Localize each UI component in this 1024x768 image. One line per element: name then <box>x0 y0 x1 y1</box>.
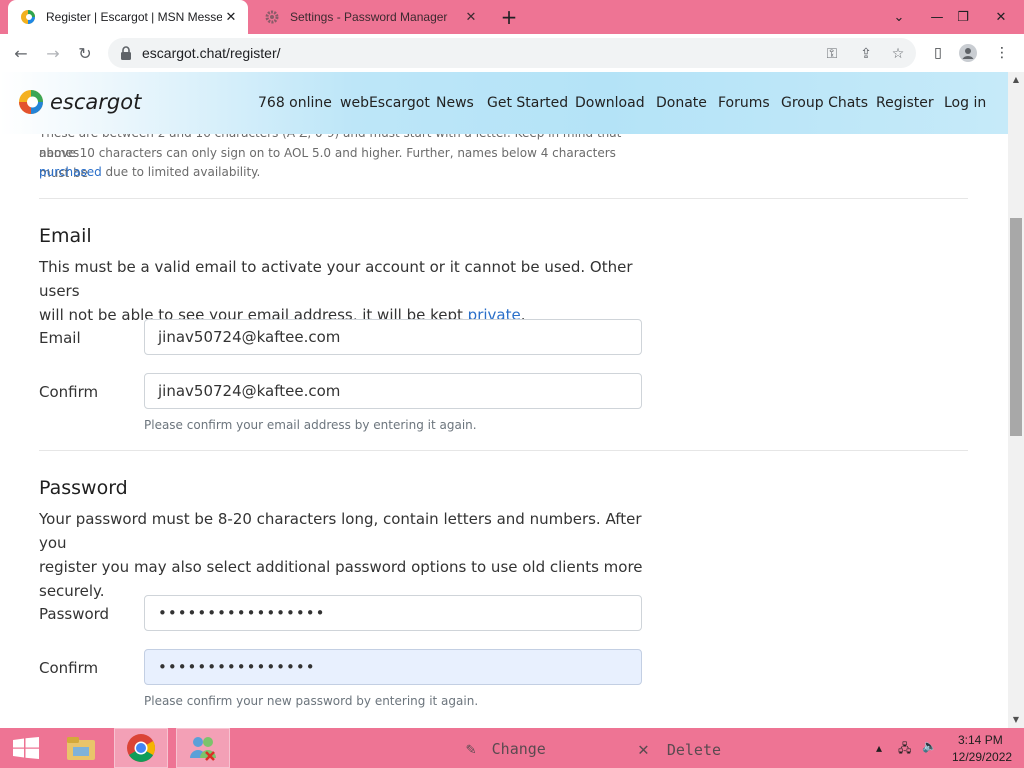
password-heading: Password <box>39 477 128 499</box>
share-icon[interactable]: ⇪ <box>856 44 876 64</box>
escargot-logo-icon[interactable] <box>18 89 44 115</box>
close-tab-icon[interactable]: ✕ <box>462 9 480 25</box>
side-panel-icon[interactable]: ▯ <box>928 43 948 63</box>
username-note-line3: purchased due to limited availability. <box>39 163 639 183</box>
scroll-up-icon[interactable]: ▲ <box>1008 72 1024 88</box>
nav-forums[interactable]: Forums <box>718 95 770 111</box>
nav-news[interactable]: News <box>436 95 474 111</box>
tab-title: Settings - Password Manager <box>290 10 448 24</box>
menu-kebab-icon[interactable]: ⋮ <box>992 43 1012 63</box>
tab-search-chevron-icon[interactable]: ⌄ <box>882 0 916 34</box>
back-arrow-icon[interactable]: ← <box>8 40 34 66</box>
gear-icon <box>264 9 280 25</box>
page-scrollbar[interactable]: ▲ ▼ <box>1008 72 1024 728</box>
clock-time[interactable]: 3:14 PM <box>958 733 1003 747</box>
scrollbar-thumb[interactable] <box>1010 218 1022 436</box>
delete-button[interactable]: ✕ Delete <box>638 739 721 760</box>
password-description: Your password must be 8-20 characters lo… <box>39 507 649 603</box>
email-label: Email <box>39 329 81 347</box>
tab-settings[interactable]: Settings - Password Manager ✕ <box>252 0 488 34</box>
nav-webescargot[interactable]: webEscargot <box>340 95 430 111</box>
confirm-email-field[interactable]: jinav50724@kaftee.com <box>144 373 642 409</box>
nav-register[interactable]: Register <box>876 95 934 111</box>
tab-register[interactable]: Register | Escargot | MSN Messenger ✕ <box>8 0 248 34</box>
email-field[interactable]: jinav50724@kaftee.com <box>144 319 642 355</box>
password-label: Password <box>39 605 110 623</box>
browser-toolbar: ← → ↻ escargot.chat/register/ ⚿ ⇪ ☆ ▯ ⋮ <box>0 34 1024 73</box>
password-desc-line2: register you may also select additional … <box>39 558 643 576</box>
address-bar[interactable]: escargot.chat/register/ ⚿ ⇪ ☆ <box>108 38 916 68</box>
volume-icon[interactable]: 🔈 <box>922 739 937 753</box>
chrome-taskbar-icon[interactable] <box>114 728 168 768</box>
nav-online-count: 768 online <box>258 95 332 111</box>
confirm-email-help: Please confirm your email address by ent… <box>144 418 477 432</box>
key-icon[interactable]: ⚿ <box>822 44 842 64</box>
reload-icon[interactable]: ↻ <box>72 40 98 66</box>
password-field[interactable]: ••••••••••••••••• <box>144 595 642 631</box>
email-heading: Email <box>39 225 92 247</box>
email-description: This must be a valid email to activate y… <box>39 255 649 327</box>
nav-get-started[interactable]: Get Started <box>487 95 568 111</box>
scroll-down-icon[interactable]: ▼ <box>1008 712 1024 728</box>
close-window-icon[interactable]: ✕ <box>984 0 1018 34</box>
divider <box>39 450 968 451</box>
delete-label: Delete <box>666 740 722 759</box>
password-desc-line1: Your password must be 8-20 characters lo… <box>39 510 642 552</box>
file-explorer-icon[interactable] <box>58 728 104 768</box>
delete-x-icon: ✕ <box>638 739 649 760</box>
messenger-users-icon[interactable] <box>176 728 230 768</box>
confirm-password-label: Confirm <box>39 659 99 677</box>
site-header: escargot 768 online webEscargot News Get… <box>0 72 1008 134</box>
confirm-password-field[interactable]: •••••••••••••••• <box>144 649 642 685</box>
tab-strip: Register | Escargot | MSN Messenger ✕ Se… <box>0 0 1024 34</box>
purchased-link[interactable]: purchased <box>39 165 102 179</box>
divider <box>39 198 968 199</box>
tab-title: Register | Escargot | MSN Messenger <box>46 10 222 24</box>
lock-icon <box>121 46 131 60</box>
taskbar: ✎ Change ✕ Delete ▴ 🖧 🔈 3:14 PM 12/29/20… <box>0 728 1024 768</box>
close-tab-icon[interactable]: ✕ <box>222 9 240 25</box>
escargot-favicon-icon <box>20 9 36 25</box>
email-desc-line1: This must be a valid email to activate y… <box>39 258 633 300</box>
restore-icon[interactable]: ❐ <box>946 0 980 34</box>
username-note-end: due to limited availability. <box>101 165 261 179</box>
nav-log-in[interactable]: Log in <box>944 95 986 111</box>
windows-start-icon[interactable] <box>6 728 46 768</box>
profile-avatar-icon[interactable] <box>958 43 978 63</box>
show-hidden-icons-chevron-icon[interactable]: ▴ <box>876 741 882 755</box>
new-tab-button[interactable]: + <box>498 6 520 28</box>
url-text: escargot.chat/register/ <box>142 45 281 61</box>
nav-download[interactable]: Download <box>575 95 645 111</box>
nav-group-chats[interactable]: Group Chats <box>781 95 868 111</box>
change-button[interactable]: ✎ Change <box>466 739 546 758</box>
confirm-email-label: Confirm <box>39 383 99 401</box>
change-label: Change <box>491 739 546 758</box>
clock-date[interactable]: 12/29/2022 <box>952 750 1012 764</box>
site-brand[interactable]: escargot <box>50 90 141 114</box>
nav-donate[interactable]: Donate <box>656 95 707 111</box>
pen-icon: ✎ <box>466 739 476 758</box>
forward-arrow-icon[interactable]: → <box>40 40 66 66</box>
register-form: These are between 2 and 16 characters (A… <box>0 134 1008 726</box>
confirm-password-help: Please confirm your new password by ente… <box>144 694 479 708</box>
star-icon[interactable]: ☆ <box>888 44 908 64</box>
password-desc-line3: securely. <box>39 582 105 600</box>
network-icon[interactable]: 🖧 <box>898 739 911 760</box>
